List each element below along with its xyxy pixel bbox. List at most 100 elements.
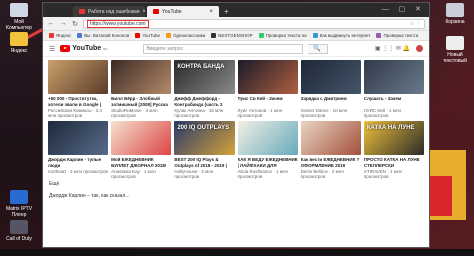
close-icon[interactable]: × — [143, 9, 146, 15]
bookmark-star-icon[interactable]: ☆ ⋮ — [410, 21, 421, 27]
video-thumbnail[interactable] — [300, 121, 361, 155]
desktop-icon-call-of-duty[interactable]: Call of Duty — [4, 220, 34, 242]
video-meta: ЛУИС Кей · 1 млн просмотров — [363, 108, 401, 118]
video-thumbnail[interactable] — [111, 60, 172, 94]
new-tab-button[interactable]: + — [224, 7, 229, 17]
video-thumbnail[interactable] — [237, 121, 298, 155]
tv-icon — [10, 190, 28, 204]
video-card[interactable]: Билл Бёрр - Злобный затмишный [2008] Рус… — [111, 60, 172, 118]
video-meta: Кулак Антонна · 16 млн просмотров — [174, 108, 224, 118]
bookmark-item[interactable]: YouTube — [135, 33, 160, 38]
video-meta: StudioRuMovie · 4 млн просмотров — [111, 108, 158, 118]
header-icons[interactable]: ▣ ⋮⋮ ✉ 🔔 — [375, 45, 423, 52]
bookmark-item[interactable]: Проверка текста — [376, 33, 418, 38]
video-title[interactable]: Слушать - Зачем — [364, 96, 424, 107]
video-thumbnail[interactable] — [363, 60, 424, 94]
video-card[interactable]: КОНТРА БАНДА Джефф Джеффорд - Контрабанда… — [174, 60, 235, 118]
desktop-icon-label: Новый текстовый — [443, 52, 467, 64]
more-label[interactable]: Ещё — [43, 179, 429, 189]
video-card[interactable]: КАТКА НА ЛУНЕ ПРОСТО КАТКА НА ЛУНЕ СТЕЛЛЕ… — [363, 121, 424, 179]
youtube-header: ☰ YouTube RU Введите запрос 🔍 ▣ ⋮⋮ ✉ 🔔 — [43, 41, 429, 57]
bookmark-item[interactable]: Вы: Виталий Кононов — [77, 33, 129, 38]
video-card[interactable]: КАК Я ВЕДУ ЕЖЕДНЕВНИК | ЛАЙФХАКИ ДЛЯ Alic… — [237, 121, 298, 179]
desktop-icon-my-computer[interactable]: Мой Компьютер — [4, 3, 34, 31]
forward-button[interactable]: → — [59, 20, 67, 27]
video-card[interactable]: Джордж Карлин - тупые люди northeart · 3 … — [48, 121, 109, 179]
bookmark-item[interactable]: Одноклассники — [166, 33, 205, 38]
video-thumbnail[interactable] — [300, 60, 361, 94]
bookmark-label: Проверка текста — [383, 33, 419, 38]
search-button[interactable]: 🔍 — [307, 43, 328, 54]
video-title[interactable]: Мой ЕЖЕДНЕВНИК БУЛЛЕТ ДЖОРНАЛ 2018! — [111, 157, 171, 168]
video-card[interactable]: Как вести ЕЖЕДНЕВНИК ? ОФОРМЛЕНИЕ 2019 De… — [300, 121, 361, 179]
video-thumbnail[interactable] — [48, 60, 109, 94]
youtube-favicon-icon — [153, 9, 159, 14]
bookmark-favicon-icon — [135, 33, 141, 38]
desktop-icon-text-file[interactable]: Новый текстовый — [440, 36, 470, 64]
video-card[interactable]: Мой ЕЖЕДНЕВНИК БУЛЛЕТ ДЖОРНАЛ 2018! Anast… — [111, 121, 172, 179]
video-title[interactable]: Джордж Карлин - тупые люди — [48, 157, 108, 168]
video-thumbnail[interactable]: КАТКА НА ЛУНЕ — [363, 121, 424, 155]
video-meta: Denis Belikov · 2 млн просмотров — [300, 169, 344, 179]
tab-work-on-errors[interactable]: Работа над ошибками × — [73, 6, 145, 17]
desktop-icon-recycle-bin[interactable]: Корзина — [440, 3, 470, 25]
window-controls[interactable]: — ▢ ✕ — [382, 5, 425, 13]
bookmark-item[interactable]: Яндекс — [49, 33, 71, 38]
thumbnail-overlay-text: КАТКА НА ЛУНЕ — [366, 125, 415, 131]
video-thumbnail[interactable]: 200 IQ OUTPLAYS — [174, 121, 235, 155]
bookmark-item[interactable]: NEXTGENSHOP — [211, 33, 253, 38]
youtube-region-label: RU — [103, 46, 108, 51]
video-card[interactable]: +50 000 - Проститутка, хотели звали в Go… — [48, 60, 109, 118]
video-title[interactable]: Зарядка с Дмитрием — [301, 96, 361, 107]
video-grid-row-1: +50 000 - Проститутка, хотели звали в Go… — [43, 57, 429, 118]
video-card[interactable]: 200 IQ OUTPLAYS BEST 200 IQ Plays & Outpl… — [174, 121, 235, 179]
video-card[interactable]: Луис Си Кей - Зачем Луис Антонов · 1 млн … — [237, 60, 298, 118]
bookmark-item[interactable]: Проверка текста на — [258, 33, 307, 38]
video-title[interactable]: КАК Я ВЕДУ ЕЖЕДНЕВНИК | ЛАЙФХАКИ ДЛЯ — [238, 157, 298, 168]
reload-button[interactable]: ↻ — [71, 20, 79, 28]
desktop-icon-matrix-iptv[interactable]: Matrix IPTV Плеер — [4, 190, 34, 218]
video-meta: Anastasia Kay · 1 млн просмотров — [111, 169, 156, 179]
video-thumbnail[interactable] — [48, 121, 109, 155]
menu-icon[interactable]: ☰ — [49, 45, 55, 53]
bookmark-favicon-icon — [49, 33, 54, 38]
tab-label: Работа над ошибками — [88, 8, 140, 15]
back-button[interactable]: ← — [47, 20, 55, 27]
thumbnail-overlay-text: 200 IQ OUTPLAYS — [177, 125, 230, 131]
tab-label: YouTube — [162, 8, 182, 15]
video-title[interactable]: BEST 200 IQ Plays & Outplays of 2018 - 2… — [174, 157, 234, 168]
desktop-icon-label: Мой Компьютер — [6, 19, 32, 31]
header-actions-icons[interactable]: ▣ ⋮⋮ ✉ 🔔 — [375, 45, 410, 52]
bookmark-item[interactable]: Как выдвинуть интернет — [312, 33, 370, 38]
tab-bar: Работа над ошибками × YouTube × + — ▢ ✕ — [43, 3, 429, 17]
video-thumbnail[interactable] — [111, 121, 172, 155]
bookmark-label: YouTube — [142, 33, 160, 38]
video-title[interactable]: Как вести ЕЖЕДНЕВНИК ? ОФОРМЛЕНИЕ 2019 — [301, 157, 361, 168]
tab-youtube[interactable]: YouTube × — [147, 6, 219, 17]
video-thumbnail[interactable] — [237, 60, 298, 94]
close-icon[interactable]: × — [209, 9, 213, 15]
video-card[interactable]: Зарядка с Дмитрием Gamer Dance · 10 млн п… — [300, 60, 361, 118]
video-card[interactable]: Слушать - Зачем ЛУИС Кей · 1 млн просмотр… — [363, 60, 424, 118]
bookmark-favicon-icon — [376, 33, 382, 38]
footer-video-title[interactable]: Джордж Карлин – так, как сказал... — [43, 189, 429, 203]
computer-icon — [10, 3, 28, 17]
video-meta: HollyHouse · 2 млн просмотров — [174, 169, 214, 179]
tab-favicon-icon — [79, 9, 85, 14]
search-input[interactable]: Введите запрос — [142, 43, 303, 54]
youtube-logo[interactable]: YouTube RU — [60, 45, 108, 52]
avatar[interactable] — [416, 45, 423, 52]
address-bar[interactable]: https://www.youtube.com ☆ ⋮ — [83, 18, 425, 29]
youtube-play-icon — [60, 45, 71, 52]
video-title[interactable]: ПРОСТО КАТКА НА ЛУНЕ СТЕЛЛЕРСКИ — [364, 157, 424, 168]
video-title[interactable]: +50 000 - Проститутка, хотели звали в Go… — [48, 96, 108, 107]
address-url[interactable]: https://www.youtube.com — [87, 19, 149, 28]
video-title[interactable]: Луис Си Кей - Зачем — [238, 96, 298, 107]
video-title[interactable]: Билл Бёрр - Злобный затмишный [2008] Рус… — [111, 96, 171, 107]
bookmark-label: Яндекс — [56, 33, 72, 38]
video-title[interactable]: Джефф Джеффорд - Контрабанда (часть 2 — [174, 96, 234, 107]
video-thumbnail[interactable]: КОНТРА БАНДА — [174, 60, 235, 94]
desktop-icon-yandex[interactable]: Яндекс — [4, 32, 34, 54]
bookmark-label: Вы: Виталий Кононов — [84, 33, 130, 38]
desktop-icon-label: Matrix IPTV Плеер — [5, 206, 33, 218]
